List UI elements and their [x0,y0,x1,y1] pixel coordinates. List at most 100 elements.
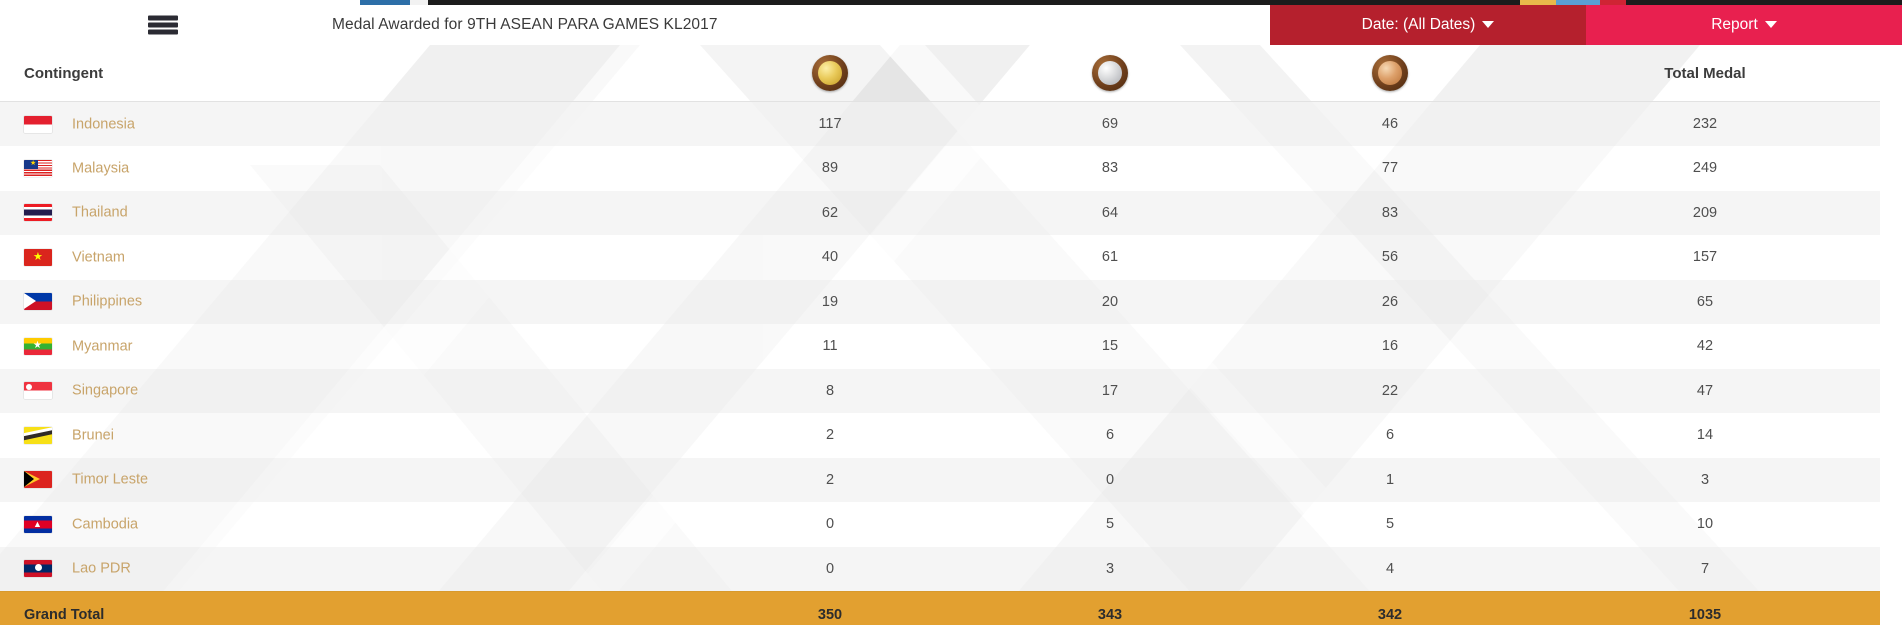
strip-segment-red [1600,0,1626,5]
table-row[interactable]: Myanmar 11 15 16 42 [0,324,1880,369]
total-count: 14 [1530,413,1880,458]
silver-count: 17 [970,368,1250,413]
column-header-contingent[interactable]: Contingent [0,45,690,102]
country-link[interactable]: Singapore [72,383,138,399]
gold-count: 2 [690,457,970,502]
column-header-gold[interactable] [690,45,970,102]
country-link[interactable]: Lao PDR [72,561,131,577]
total-count: 42 [1530,324,1880,369]
country-link[interactable]: Philippines [72,294,142,310]
country-cell: Lao PDR [0,546,690,591]
header-left-section: Medal Awarded for 9TH ASEAN PARA GAMES K… [0,5,1270,45]
country-cell: Myanmar [0,324,690,369]
cambodia-flag-icon [24,515,52,533]
table-row[interactable]: Malaysia 89 83 77 249 [0,146,1880,191]
bronze-medal-icon [1372,55,1408,91]
table-row[interactable]: Brunei 2 6 6 14 [0,413,1880,458]
strip-segment-gold [1520,0,1556,5]
total-count: 65 [1530,279,1880,324]
gold-count: 40 [690,235,970,280]
report-menu-label: Report [1711,16,1758,33]
gold-count: 11 [690,324,970,369]
country-link[interactable]: Timor Leste [72,472,148,488]
country-link[interactable]: Myanmar [72,338,132,354]
silver-count: 61 [970,235,1250,280]
gold-medal-icon [812,55,848,91]
page-title: Medal Awarded for 9TH ASEAN PARA GAMES K… [332,16,718,33]
browser-top-strip [0,0,1902,5]
country-cell: Indonesia [0,101,690,146]
philippines-flag-icon [24,293,52,311]
total-count: 232 [1530,101,1880,146]
column-header-silver[interactable] [970,45,1250,102]
column-header-bronze[interactable] [1250,45,1530,102]
table-row[interactable]: Timor Leste 2 0 1 3 [0,457,1880,502]
date-filter-button[interactable]: Date: (All Dates) [1270,5,1586,45]
grand-total-row: Grand Total 350 343 342 1035 [0,590,1880,625]
gold-count: 62 [690,190,970,235]
country-link[interactable]: Brunei [72,427,114,443]
hamburger-bar [148,29,178,35]
grand-total-bronze: 342 [1250,590,1530,625]
gold-count: 117 [690,101,970,146]
gold-count: 8 [690,368,970,413]
total-count: 3 [1530,457,1880,502]
hamburger-bar [148,15,178,21]
timor-leste-flag-icon [24,471,52,489]
country-cell: Brunei [0,413,690,458]
silver-medal-icon [1092,55,1128,91]
brunei-flag-icon [24,426,52,444]
country-link[interactable]: Thailand [72,205,128,221]
gold-count: 2 [690,413,970,458]
table-header-row: Contingent Total Medal [0,45,1880,102]
country-link[interactable]: Vietnam [72,249,125,265]
strip-segment-lightblue [1556,0,1600,5]
chevron-down-icon [1482,20,1495,28]
bronze-count: 16 [1250,324,1530,369]
country-cell: Thailand [0,190,690,235]
country-cell: Cambodia [0,502,690,547]
table-row[interactable]: Singapore 8 17 22 47 [0,368,1880,413]
bronze-count: 4 [1250,546,1530,591]
table-row[interactable]: Philippines 19 20 26 65 [0,279,1880,324]
table-body: Indonesia 117 69 46 232 Malaysia 89 83 7… [0,101,1880,625]
gold-count: 89 [690,146,970,191]
silver-count: 5 [970,502,1250,547]
table-row[interactable]: Indonesia 117 69 46 232 [0,101,1880,146]
vietnam-flag-icon [24,248,52,266]
country-link[interactable]: Cambodia [72,516,138,532]
country-cell: Malaysia [0,146,690,191]
country-link[interactable]: Malaysia [72,160,129,176]
table-row[interactable]: Thailand 62 64 83 209 [0,190,1880,235]
table-header: Contingent Total Medal [0,45,1880,102]
app-header: Medal Awarded for 9TH ASEAN PARA GAMES K… [0,5,1902,45]
bronze-count: 6 [1250,413,1530,458]
hamburger-bar [148,22,178,28]
country-cell: Singapore [0,368,690,413]
country-link[interactable]: Indonesia [72,116,135,132]
country-cell: Vietnam [0,235,690,280]
indonesia-flag-icon [24,115,52,133]
bronze-count: 46 [1250,101,1530,146]
singapore-flag-icon [24,382,52,400]
table-row[interactable]: Lao PDR 0 3 4 7 [0,546,1880,591]
myanmar-flag-icon [24,337,52,355]
report-menu-button[interactable]: Report [1586,5,1902,45]
thailand-flag-icon [24,204,52,222]
strip-segment-white-mid [410,0,428,5]
silver-count: 3 [970,546,1250,591]
table-row[interactable]: Vietnam 40 61 56 157 [0,235,1880,280]
chevron-down-icon [1764,20,1777,28]
table-row[interactable]: Cambodia 0 5 5 10 [0,502,1880,547]
silver-count: 20 [970,279,1250,324]
strip-segment-white-left [0,0,360,5]
silver-count: 83 [970,146,1250,191]
hamburger-icon[interactable] [148,15,178,35]
lao-pdr-flag-icon [24,560,52,577]
grand-total-silver: 343 [970,590,1250,625]
total-count: 209 [1530,190,1880,235]
column-header-total-medal[interactable]: Total Medal [1530,45,1880,102]
bronze-count: 22 [1250,368,1530,413]
total-count: 7 [1530,546,1880,591]
medal-table-container: Contingent Total Medal Indonesia 117 69 … [0,45,1902,625]
